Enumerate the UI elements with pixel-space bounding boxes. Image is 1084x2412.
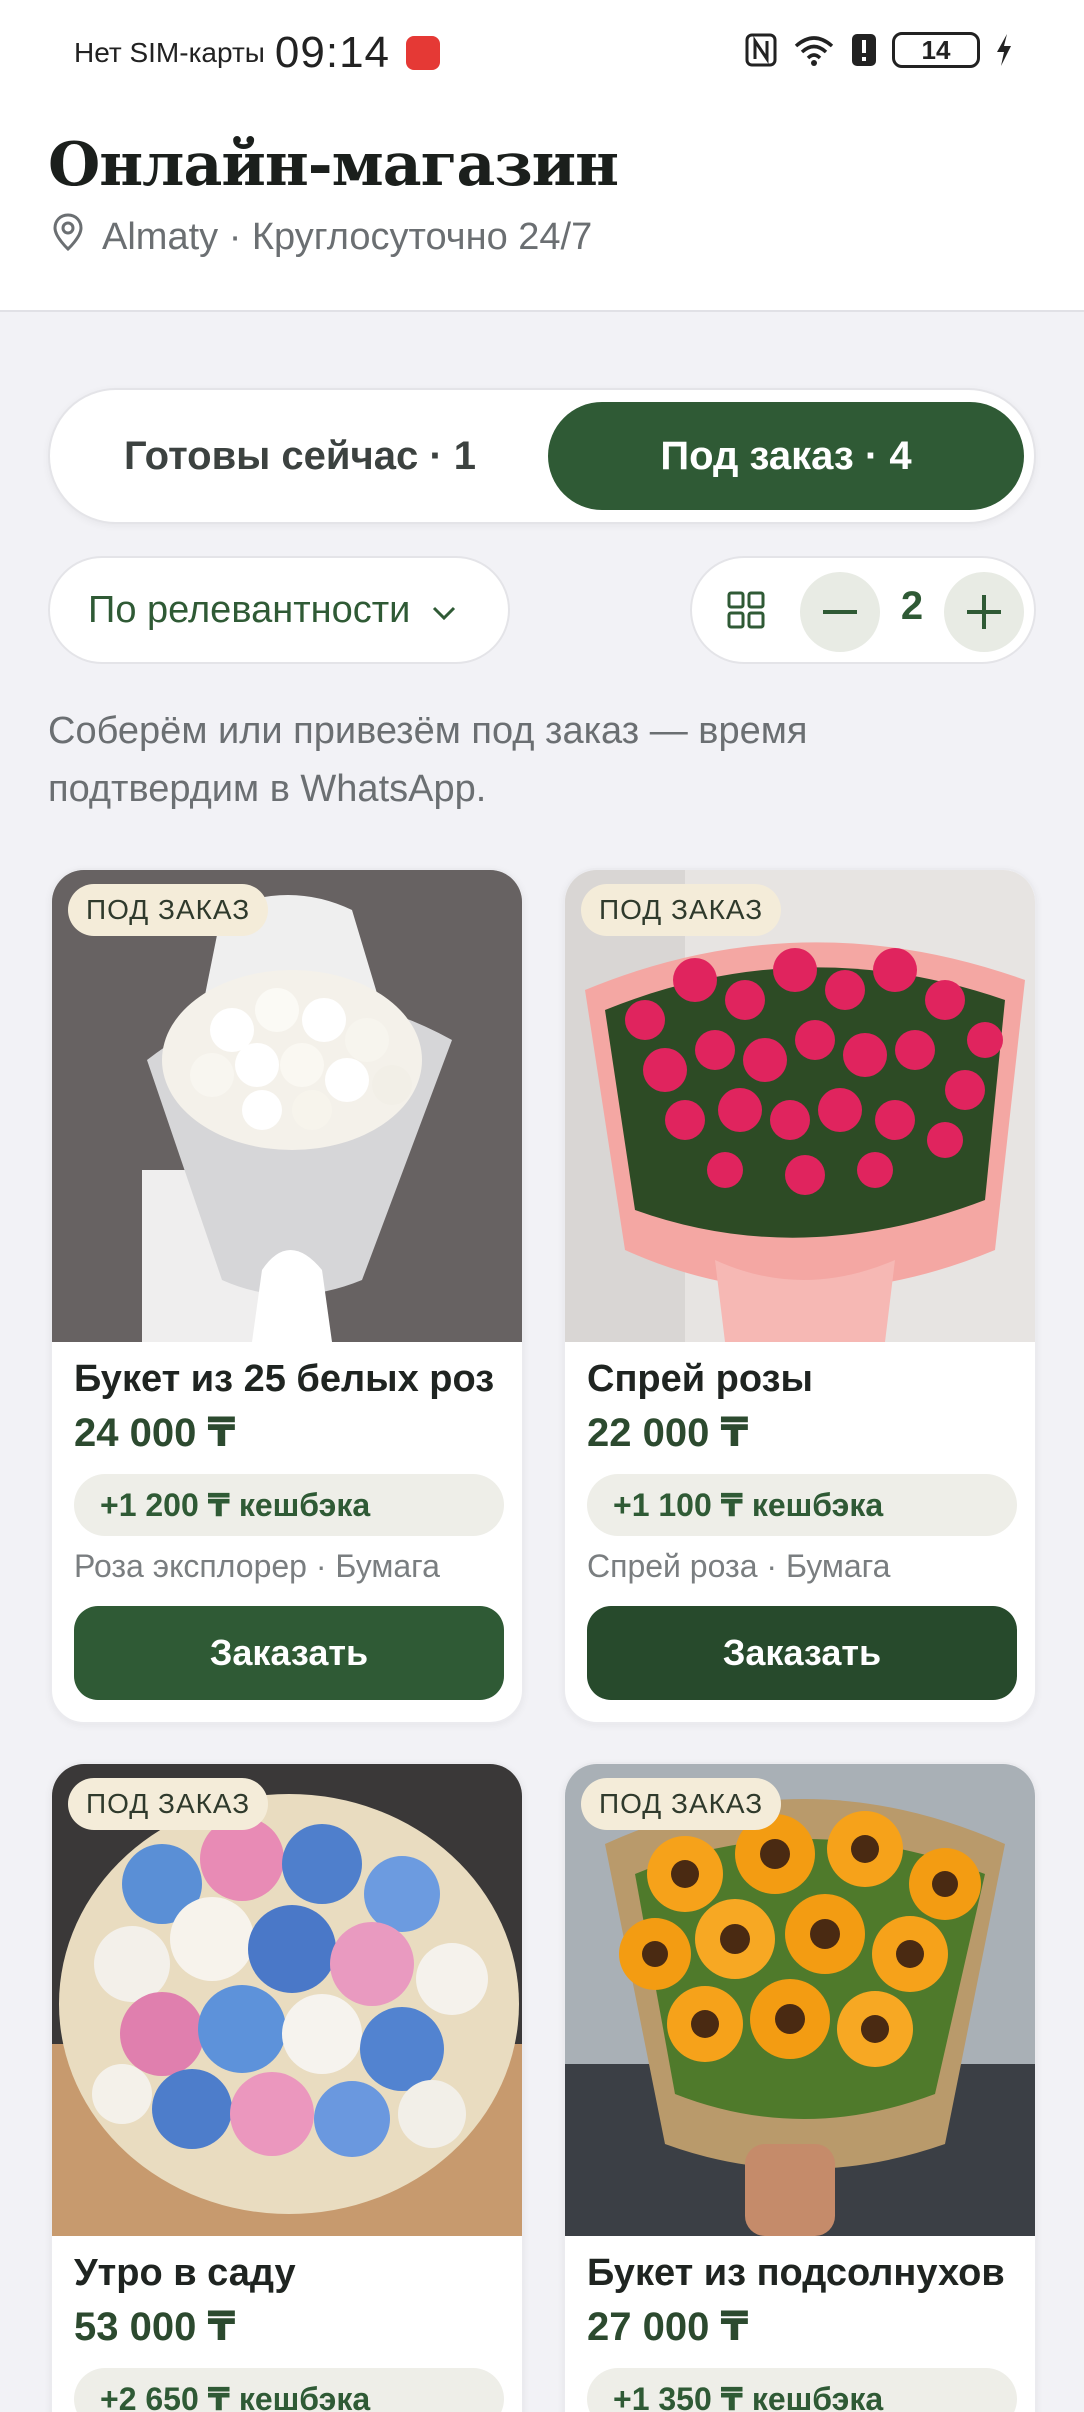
store-location: Almaty · Круглосуточно 24/7 bbox=[52, 212, 592, 262]
chevron-down-icon bbox=[430, 589, 458, 632]
wifi-icon bbox=[792, 32, 836, 68]
increase-columns-button[interactable] bbox=[944, 572, 1024, 652]
cashback-chip: +1 350 ₸ кешбэка bbox=[587, 2368, 1017, 2412]
store-header: Онлайн-магазин Almaty · Круглосуточно 24… bbox=[0, 110, 1084, 312]
minus-icon bbox=[823, 610, 857, 614]
order-button[interactable]: Заказать bbox=[74, 1606, 504, 1700]
app-notification-icon bbox=[406, 36, 441, 70]
cashback-chip: +1 200 ₸ кешбэка bbox=[74, 1474, 504, 1536]
product-card[interactable]: ПОД ЗАКАЗ Букет из подсолнухов 27 000 ₸ … bbox=[563, 1762, 1037, 2412]
grid-columns-stepper: 2 bbox=[690, 556, 1036, 664]
decrease-columns-button[interactable] bbox=[800, 572, 880, 652]
product-card[interactable]: ПОД ЗАКАЗ Букет из 25 белых роз 24 000 ₸… bbox=[50, 868, 524, 1724]
product-name: Утро в саду bbox=[74, 2252, 296, 2294]
sort-dropdown[interactable]: По релевантности bbox=[48, 556, 510, 664]
product-name: Букет из 25 белых роз bbox=[74, 1358, 495, 1400]
product-meta: Роза эксплорер · Бумага bbox=[74, 1548, 440, 1584]
location-pin-icon bbox=[52, 212, 84, 262]
status-left: Нет SIM-карты 09:14 bbox=[74, 28, 441, 78]
battery-icon: 14 bbox=[892, 32, 980, 68]
nfc-icon bbox=[744, 32, 778, 68]
product-price: 24 000 ₸ bbox=[74, 1411, 236, 1455]
product-meta: Спрей роза · Бумага bbox=[587, 1548, 891, 1584]
order-hint: Соберём или привезём под заказ — время п… bbox=[48, 710, 808, 810]
product-price: 22 000 ₸ bbox=[587, 1411, 749, 1455]
preorder-badge: ПОД ЗАКАЗ bbox=[68, 1778, 269, 1830]
grid-view-icon[interactable] bbox=[726, 590, 766, 635]
plus-icon bbox=[967, 595, 1001, 629]
product-photo-white-roses bbox=[52, 870, 522, 1342]
product-name: Спрей розы bbox=[587, 1358, 813, 1400]
product-photo-spray-roses bbox=[565, 870, 1035, 1342]
product-card[interactable]: ПОД ЗАКАЗ Утро в саду 53 000 ₸ +2 650 ₸ … bbox=[50, 1762, 524, 2412]
cashback-chip: +2 650 ₸ кешбэка bbox=[74, 2368, 504, 2412]
cashback-chip: +1 100 ₸ кешбэка bbox=[587, 1474, 1017, 1536]
status-right: 14 bbox=[744, 32, 1014, 68]
product-price: 27 000 ₸ bbox=[587, 2305, 749, 2349]
sim-status: Нет SIM-карты bbox=[74, 37, 265, 68]
availability-tabs: Готовы сейчас · 1 Под заказ · 4 bbox=[48, 388, 1036, 524]
preorder-badge: ПОД ЗАКАЗ bbox=[68, 884, 269, 936]
product-price: 53 000 ₸ bbox=[74, 2305, 236, 2349]
product-card[interactable]: ПОД ЗАКАЗ Спрей розы 22 000 ₸ +1 100 ₸ к… bbox=[563, 868, 1037, 1724]
order-button[interactable]: Заказать bbox=[587, 1606, 1017, 1700]
product-name: Букет из подсолнухов bbox=[587, 2252, 1005, 2294]
preorder-badge: ПОД ЗАКАЗ bbox=[581, 884, 782, 936]
alert-icon bbox=[850, 32, 878, 68]
tab-ready-now[interactable]: Готовы сейчас · 1 bbox=[62, 402, 538, 510]
charging-icon bbox=[994, 32, 1014, 68]
product-photo-sunflowers bbox=[565, 1764, 1035, 2236]
preorder-badge: ПОД ЗАКАЗ bbox=[581, 1778, 782, 1830]
product-photo-hydrangeas bbox=[52, 1764, 522, 2236]
status-bar: Нет SIM-карты 09:14 14 bbox=[0, 0, 1084, 110]
page-title: Онлайн-магазин bbox=[48, 130, 619, 200]
columns-count: 2 bbox=[900, 584, 924, 628]
tab-to-order[interactable]: Под заказ · 4 bbox=[548, 402, 1024, 510]
location-text: Almaty · Круглосуточно 24/7 bbox=[102, 215, 593, 258]
clock: 09:14 bbox=[274, 28, 391, 77]
sort-label: По релевантности bbox=[88, 588, 411, 631]
